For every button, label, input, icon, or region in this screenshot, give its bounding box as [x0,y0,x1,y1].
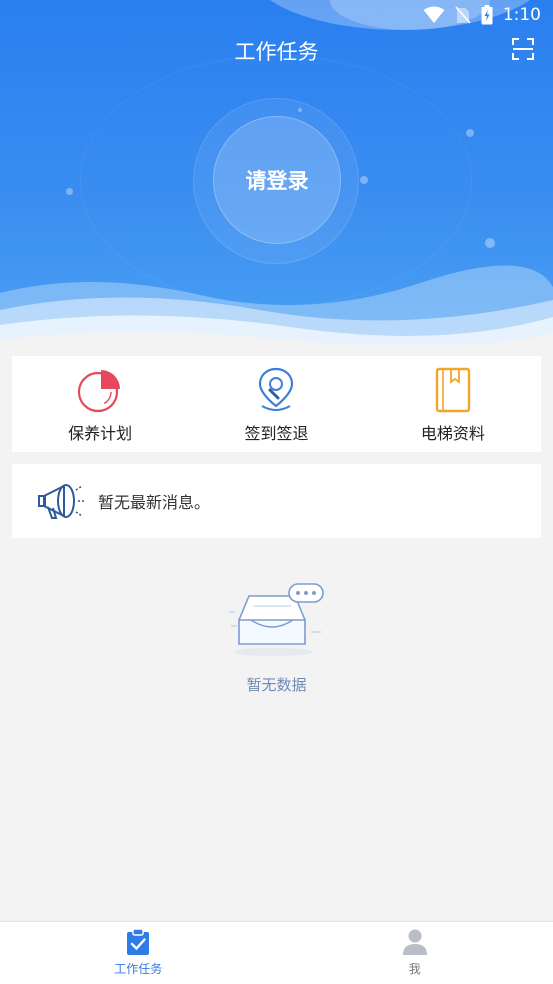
page-title: 工作任务 [0,36,553,66]
battery-charging-icon [481,5,493,25]
book-icon [429,366,477,414]
notice-bar[interactable]: 暂无最新消息。 [12,464,541,538]
location-pin-icon [252,366,300,414]
no-sim-icon [455,6,471,24]
tab-work-tasks[interactable]: 工作任务 [0,922,277,984]
bottom-tab-bar: 工作任务 我 [0,921,553,984]
dot-decoration [466,129,474,137]
menu-label: 保养计划 [68,420,132,444]
status-bar: 1:10 [423,4,541,26]
quick-menu: 保养计划 签到签退 电梯资料 [12,356,541,452]
tab-label: 我 [409,960,421,977]
tab-me[interactable]: 我 [277,922,553,984]
dot-decoration [360,176,368,184]
empty-box-icon [227,582,327,662]
menu-label: 电梯资料 [421,420,485,444]
status-time: 1:10 [503,5,541,25]
menu-item-maintenance-plan[interactable]: 保养计划 [12,356,188,452]
menu-item-elevator-docs[interactable]: 电梯资料 [365,356,541,452]
header-banner: 1:10 工作任务 请登录 [0,0,553,345]
user-icon [402,928,428,956]
tab-label: 工作任务 [114,960,162,977]
megaphone-icon [36,476,88,526]
login-button[interactable]: 请登录 [213,116,341,244]
clipboard-check-icon [125,928,151,956]
dot-decoration [485,238,495,248]
empty-text: 暂无数据 [246,674,306,695]
dot-decoration [66,188,73,195]
dot-decoration [298,108,302,112]
notice-text: 暂无最新消息。 [98,489,210,513]
login-label: 请登录 [246,165,309,195]
wifi-icon [423,6,445,24]
wave-decoration [0,265,553,345]
menu-item-check-in[interactable]: 签到签退 [188,356,364,452]
empty-state: 暂无数据 [0,582,553,695]
menu-label: 签到签退 [244,420,308,444]
scan-icon[interactable] [511,37,535,61]
pie-chart-icon [76,366,124,414]
